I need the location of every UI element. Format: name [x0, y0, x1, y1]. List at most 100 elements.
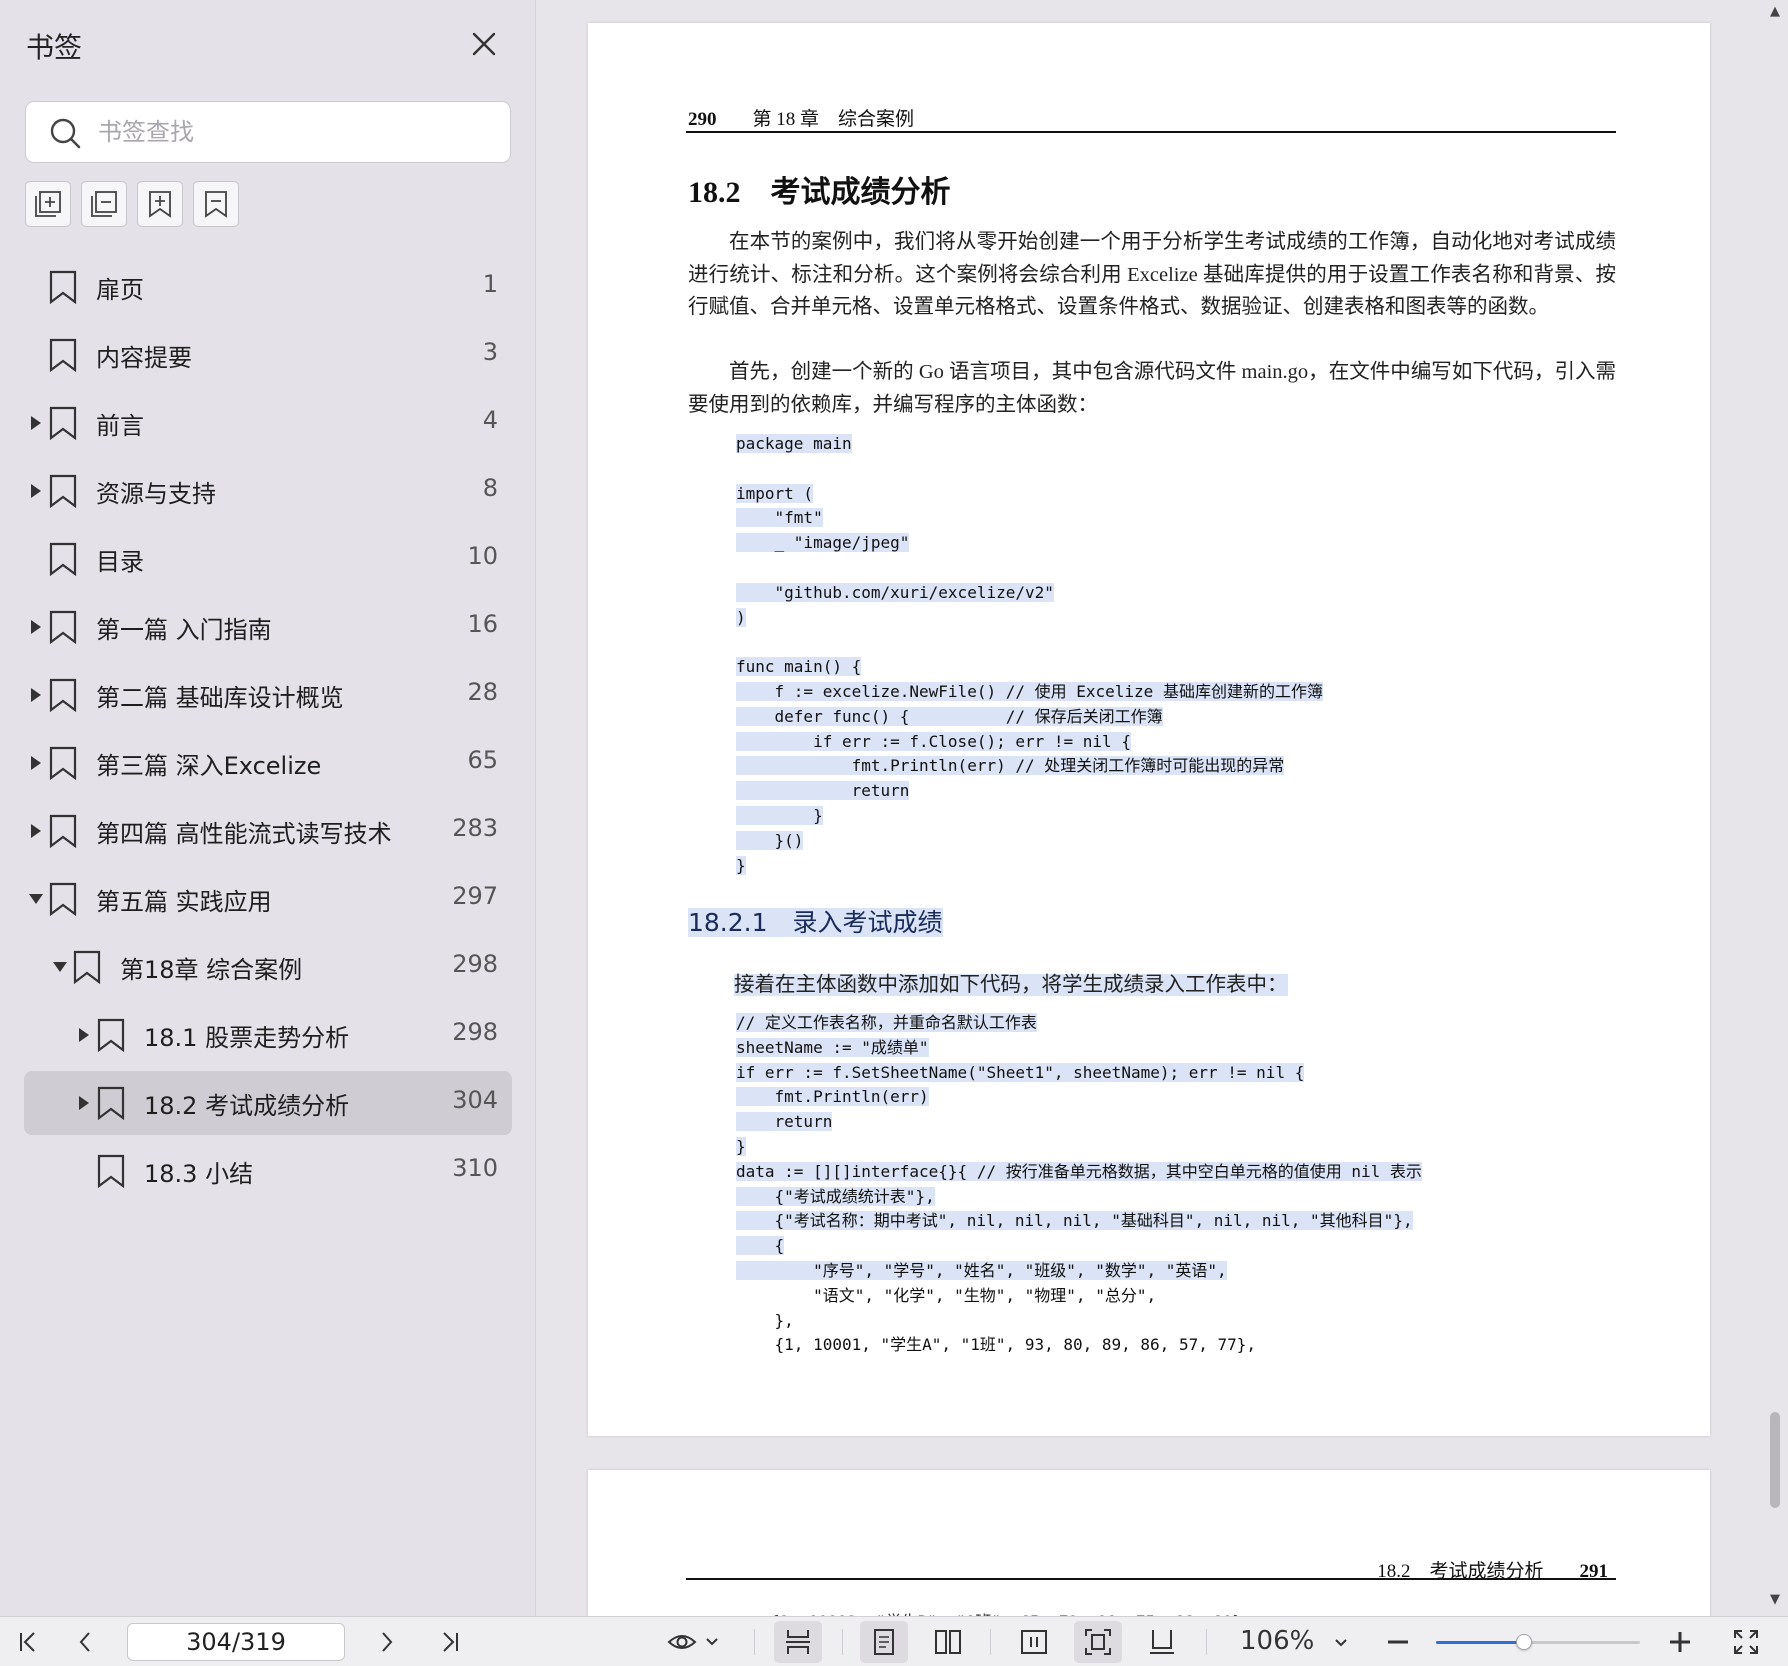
bookmark-item[interactable]: 第二篇 基础库设计概览 28	[24, 663, 512, 727]
paragraph-highlighted: 接着在主体函数中添加如下代码，将学生成绩录入工作表中：	[734, 967, 1288, 997]
code-line-text: {"考试名称：期中考试", nil, nil, nil, "基础科目", nil…	[736, 1211, 1413, 1231]
continuous-scroll-button[interactable]	[774, 1621, 822, 1663]
paragraph: 在本节的案例中，我们将从零开始创建一个用于分析学生考试成绩的工作簿，自动化地对考…	[688, 231, 1616, 318]
code-line: }	[736, 1135, 1422, 1160]
code-line: }()	[736, 829, 1323, 854]
scroll-up-arrow[interactable]: ▲	[1770, 4, 1780, 19]
bookmark-item[interactable]: 18.1 股票走势分析 298	[24, 1003, 512, 1067]
page-bottom-icon	[1150, 1630, 1174, 1654]
code-line: return	[736, 1110, 1422, 1135]
code-line-text: func main() {	[736, 657, 862, 677]
code-line-text: }()	[736, 830, 804, 850]
code-line-text: }	[736, 805, 823, 825]
header-rule	[686, 1578, 1616, 1580]
bookmark-item[interactable]: 第三篇 深入Excelize 65	[24, 731, 512, 795]
view-mode-dropdown[interactable]	[664, 1621, 728, 1663]
code-line-text: "语文", "化学", "生物", "物理", "总分",	[736, 1285, 1157, 1305]
scroll-down-arrow[interactable]: ▼	[1770, 1592, 1780, 1607]
bookmark-item[interactable]: 目录 10	[24, 527, 512, 591]
zoom-slider-handle[interactable]	[1515, 1634, 1532, 1650]
code-line: },	[736, 1309, 1422, 1334]
expand-triangle-icon[interactable]	[79, 1096, 89, 1110]
remove-bookmark-icon	[205, 191, 227, 218]
page-number-field[interactable]: 304/319	[127, 1623, 345, 1661]
code-line: "fmt"	[736, 506, 1323, 531]
bottom-toolbar: 304/319 106%	[0, 1616, 1788, 1666]
first-page-button[interactable]	[8, 1621, 48, 1663]
remove-bookmark-button[interactable]	[193, 181, 239, 227]
zoom-out-button[interactable]	[1378, 1621, 1418, 1663]
bookmark-icon	[49, 542, 77, 576]
expand-all-button[interactable]	[25, 181, 71, 227]
rotate-page-button[interactable]	[1138, 1621, 1186, 1663]
document-page: 18.2 考试成绩分析291 {2, 10002, "学生B", "1班", 6…	[588, 1470, 1710, 1616]
single-page-button[interactable]	[860, 1621, 908, 1663]
bookmark-item[interactable]: 18.2 考试成绩分析 304	[24, 1071, 512, 1135]
fit-page-button[interactable]	[1074, 1621, 1122, 1663]
expand-triangle-icon[interactable]	[31, 620, 41, 634]
fullscreen-button[interactable]	[1726, 1621, 1766, 1663]
bookmark-search[interactable]	[25, 101, 511, 163]
expand-triangle-icon[interactable]	[31, 756, 41, 770]
zoom-dropdown-button[interactable]	[1326, 1621, 1356, 1663]
expand-triangle-icon[interactable]	[31, 824, 41, 838]
collapse-triangle-icon[interactable]	[53, 962, 67, 972]
section-title: 18.2 考试成绩分析	[688, 176, 951, 209]
last-page-button[interactable]	[430, 1621, 470, 1663]
bookmark-label: 18.2 考试成绩分析	[144, 1092, 350, 1120]
add-bookmark-button[interactable]	[137, 181, 183, 227]
collapse-triangle-icon[interactable]	[29, 894, 43, 904]
minus-icon	[1388, 1640, 1408, 1644]
expand-triangle-icon[interactable]	[31, 484, 41, 498]
document-viewport[interactable]: 290 第 18 章 综合案例 18.2 考试成绩分析 在本节的案例中，我们将从零…	[537, 0, 1788, 1616]
collapse-all-button[interactable]	[81, 181, 127, 227]
first-page-icon	[20, 1632, 35, 1652]
bookmark-page-number: 65	[467, 746, 498, 774]
bookmark-item[interactable]: 第18章 综合案例 298	[24, 935, 512, 999]
close-icon[interactable]	[466, 26, 502, 62]
code-line: }	[736, 804, 1323, 829]
two-page-button[interactable]	[924, 1621, 972, 1663]
fit-width-icon	[1021, 1630, 1047, 1654]
bookmark-item[interactable]: 第五篇 实践应用 297	[24, 867, 512, 931]
bookmark-label: 第一篇 入门指南	[96, 616, 272, 644]
bookmark-item[interactable]: 18.3 小结 310	[24, 1139, 512, 1203]
code-line: {2, 10002, "学生B", "1班", 65, 72, 91, 75, …	[770, 1608, 1251, 1616]
subsection-title: 18.2.1 录入考试成绩	[688, 903, 943, 939]
chapter-header: 第 18 章 综合案例	[752, 109, 915, 130]
bookmark-label: 资源与支持	[96, 480, 216, 508]
expand-triangle-icon[interactable]	[31, 688, 41, 702]
vertical-scrollbar[interactable]	[1770, 1412, 1780, 1508]
last-page-icon	[443, 1632, 458, 1652]
bookmark-item[interactable]: 资源与支持 8	[24, 459, 512, 523]
code-line-text: defer func() { // 保存后关闭工作簿	[736, 706, 1163, 726]
zoom-in-button[interactable]	[1660, 1621, 1700, 1663]
header-rule	[686, 131, 1616, 133]
previous-page-button[interactable]	[66, 1621, 106, 1663]
code-line-text: )	[736, 607, 746, 627]
bookmark-item[interactable]: 第一篇 入门指南 16	[24, 595, 512, 659]
bookmark-item[interactable]: 前言 4	[24, 391, 512, 455]
code-line-text: }	[736, 1136, 746, 1156]
code-line-text: return	[736, 1112, 833, 1132]
expand-triangle-icon[interactable]	[31, 416, 41, 430]
zoom-level[interactable]: 106%	[1240, 1626, 1314, 1656]
zoom-slider[interactable]	[1436, 1634, 1640, 1650]
code-line: {"考试成绩统计表"},	[736, 1185, 1422, 1210]
bookmark-item[interactable]: 扉页 1	[24, 255, 512, 319]
bookmark-label: 第三篇 深入Excelize	[96, 752, 322, 780]
bookmark-page-number: 8	[482, 474, 498, 502]
bookmark-item[interactable]: 第四篇 高性能流式读写技术 283	[24, 799, 512, 863]
bookmark-page-number: 297	[452, 882, 498, 910]
bookmark-search-input[interactable]	[98, 112, 488, 152]
code-line-text: import (	[736, 483, 814, 503]
code-line-text: {"考试成绩统计表"},	[736, 1186, 935, 1206]
fit-width-button[interactable]	[1010, 1621, 1058, 1663]
expand-triangle-icon[interactable]	[79, 1028, 89, 1042]
code-line-text: "fmt"	[736, 508, 823, 528]
bookmark-item[interactable]: 内容提要 3	[24, 323, 512, 387]
toolbar-separator	[754, 1629, 755, 1655]
next-page-button[interactable]	[366, 1621, 406, 1663]
two-page-icon	[935, 1630, 961, 1654]
